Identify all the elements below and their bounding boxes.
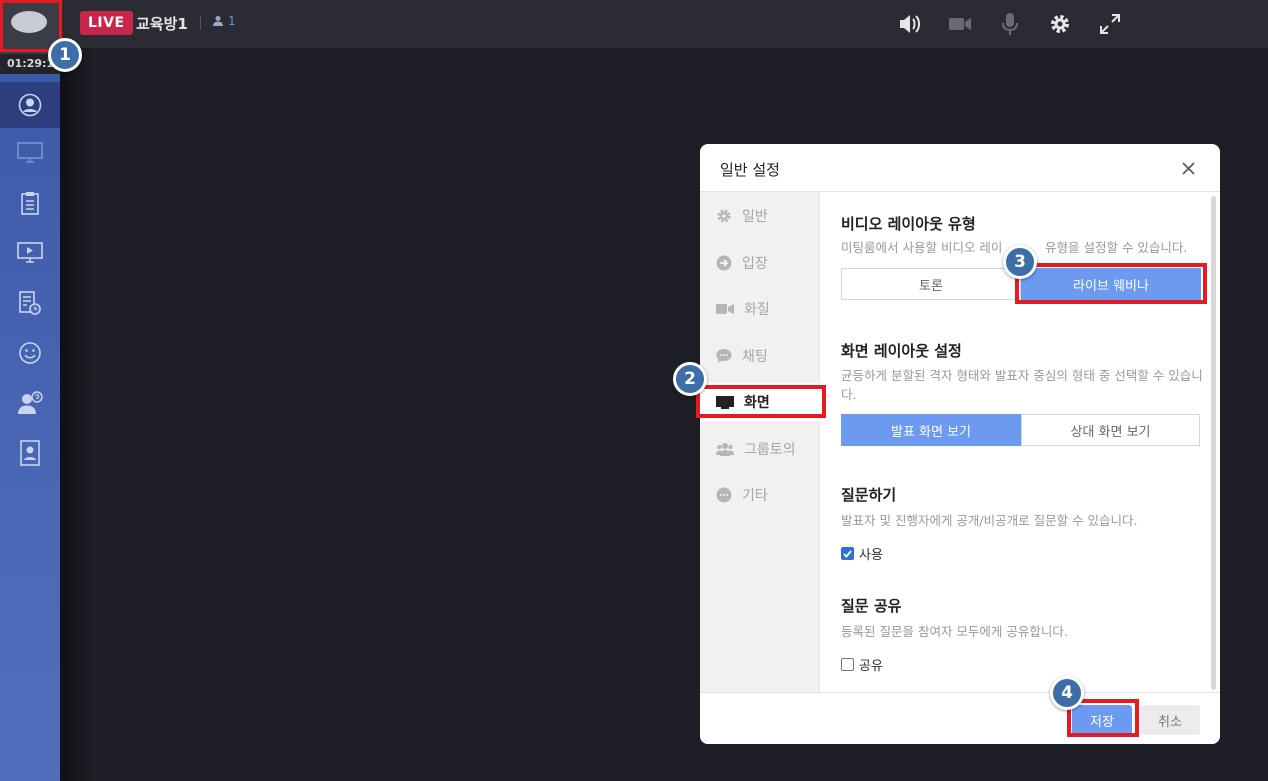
sidebar-item-screen[interactable] (0, 130, 60, 176)
highlight-box-2 (696, 385, 826, 418)
checkbox-unchecked[interactable] (841, 658, 854, 671)
cancel-button[interactable]: 취소 (1140, 705, 1200, 735)
user-circle-icon (18, 93, 42, 117)
screen-layout-desc: 균등하게 분할된 격자 형태와 발표자 중심의 형태 중 선택할 수 있습니다. (841, 368, 1203, 402)
close-icon (1181, 161, 1195, 175)
sidebar-item-reaction[interactable] (0, 330, 60, 376)
modal-footer: 저장 취소 (700, 692, 1220, 744)
option-participant-view[interactable]: 상대 화면 보기 (1021, 414, 1200, 446)
nav-item-group[interactable]: 그룹토의 (700, 430, 820, 468)
callout-1: 1 (48, 38, 82, 72)
video-icon (716, 304, 734, 314)
clipboard-icon (21, 192, 39, 215)
room-title: 교육방1 (136, 15, 188, 33)
question-share-checkbox[interactable]: 공유 (841, 655, 883, 674)
user-question-icon (18, 391, 43, 414)
nav-label: 그룹토의 (744, 442, 796, 458)
settings-modal: 일반 설정 일반 입장 화질 채팅 화면 그룹토의 기타 비디오 레이아웃 유형… (700, 144, 1220, 744)
smile-icon (19, 342, 41, 364)
participant-count[interactable]: 1 (212, 14, 236, 28)
enter-icon (716, 255, 732, 271)
settings-nav: 일반 입장 화질 채팅 화면 그룹토의 기타 (700, 192, 820, 692)
divider (200, 16, 201, 30)
sidebar-item-video[interactable] (0, 230, 60, 276)
participant-count-value: 1 (228, 14, 236, 28)
top-toolbar (896, 10, 1124, 38)
sidebar-item-report[interactable] (0, 280, 60, 326)
sidebar-item-profile[interactable] (0, 82, 60, 128)
video-layout-desc-part2: 유형을 설정할 수 있습니다. (1045, 240, 1188, 255)
more-icon (716, 487, 732, 503)
nav-item-entry[interactable]: 입장 (700, 244, 820, 282)
person-icon (213, 16, 223, 26)
callout-2: 2 (673, 362, 707, 396)
nav-label: 일반 (742, 209, 768, 225)
chat-icon (716, 349, 732, 363)
camera-icon[interactable] (946, 10, 974, 38)
video-layout-title: 비디오 레이아웃 유형 (841, 215, 976, 233)
monitor-icon (17, 142, 43, 163)
nav-item-etc[interactable]: 기타 (700, 476, 820, 514)
option-discussion[interactable]: 토론 (841, 268, 1021, 300)
sidebar-item-contact[interactable] (0, 430, 60, 476)
checkbox-label: 공유 (859, 659, 883, 674)
video-icon (17, 242, 43, 263)
highlight-box-3 (1015, 263, 1207, 304)
left-sidebar (0, 74, 60, 781)
speaker-icon[interactable] (896, 10, 924, 38)
check-icon (843, 549, 852, 558)
video-layout-desc-part1: 미팅룸에서 사용할 비디오 레이 (841, 240, 1003, 255)
fullscreen-icon[interactable] (1096, 10, 1124, 38)
callout-4: 4 (1050, 676, 1084, 710)
question-share-title: 질문 공유 (841, 597, 902, 615)
gear-icon (717, 209, 731, 223)
microphone-icon[interactable] (996, 10, 1024, 38)
screen-layout-toggle: 발표 화면 보기 상대 화면 보기 (841, 414, 1200, 446)
nav-item-general[interactable]: 일반 (700, 197, 820, 235)
nav-label: 기타 (742, 488, 768, 504)
questions-title: 질문하기 (841, 486, 897, 504)
live-badge: LIVE (80, 11, 133, 35)
screen-layout-title: 화면 레이아웃 설정 (841, 342, 962, 360)
top-bar: LIVE 교육방1 1 (60, 0, 1268, 48)
sidebar-shadow (60, 48, 94, 781)
modal-title: 일반 설정 (720, 161, 780, 179)
sidebar-item-clipboard[interactable] (0, 180, 60, 226)
close-button[interactable] (1178, 158, 1198, 178)
option-presenter-view[interactable]: 발표 화면 보기 (841, 414, 1021, 446)
nav-label: 채팅 (742, 349, 768, 365)
checkbox-label: 사용 (859, 548, 883, 563)
gear-icon[interactable] (1046, 10, 1074, 38)
contact-icon (20, 440, 40, 466)
sidebar-item-question[interactable] (0, 380, 60, 426)
questions-desc: 발표자 및 진행자에게 공개/비공개로 질문할 수 있습니다. (841, 513, 1138, 528)
nav-label: 화질 (744, 302, 770, 318)
nav-item-chat[interactable]: 채팅 (700, 337, 820, 375)
modal-header: 일반 설정 (700, 144, 1220, 192)
nav-label: 입장 (742, 256, 768, 272)
question-share-desc: 등록된 질문을 참여자 모두에게 공유합니다. (841, 624, 1068, 639)
questions-enable-checkbox[interactable]: 사용 (841, 544, 883, 563)
group-icon (716, 443, 734, 456)
content-scrollbar[interactable] (1211, 196, 1216, 690)
checkbox-checked[interactable] (841, 547, 854, 560)
nav-item-quality[interactable]: 화질 (700, 290, 820, 328)
report-icon (19, 291, 41, 315)
callout-3: 3 (1003, 245, 1037, 279)
